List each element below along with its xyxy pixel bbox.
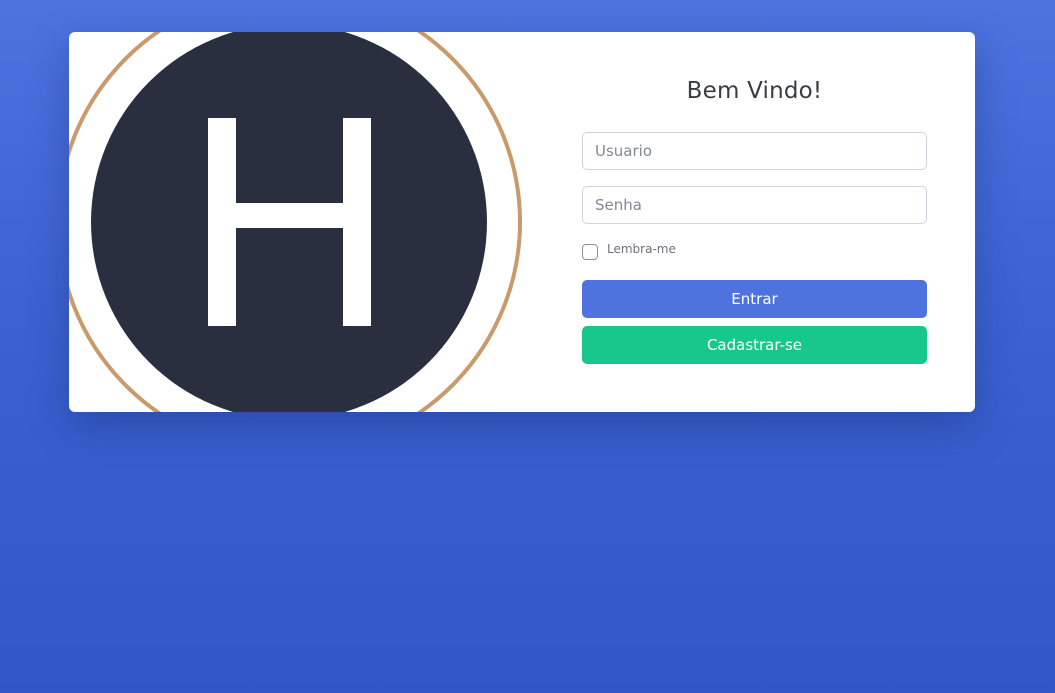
remember-me-row: Lembra-me [582, 242, 676, 262]
logo-letter-crossbar [229, 203, 349, 228]
login-form: Bem Vindo! Lembra-me Entrar Cadastrar-se [582, 32, 927, 412]
logo-image [69, 32, 529, 412]
username-input[interactable] [582, 132, 927, 170]
register-button[interactable]: Cadastrar-se [582, 326, 927, 364]
password-input[interactable] [582, 186, 927, 224]
login-card: Bem Vindo! Lembra-me Entrar Cadastrar-se [69, 32, 975, 412]
remember-me-checkbox[interactable] [582, 244, 598, 260]
login-button[interactable]: Entrar [582, 280, 927, 318]
logo-h-icon [69, 32, 522, 412]
remember-me-label[interactable]: Lembra-me [607, 242, 676, 256]
welcome-heading: Bem Vindo! [686, 78, 823, 104]
